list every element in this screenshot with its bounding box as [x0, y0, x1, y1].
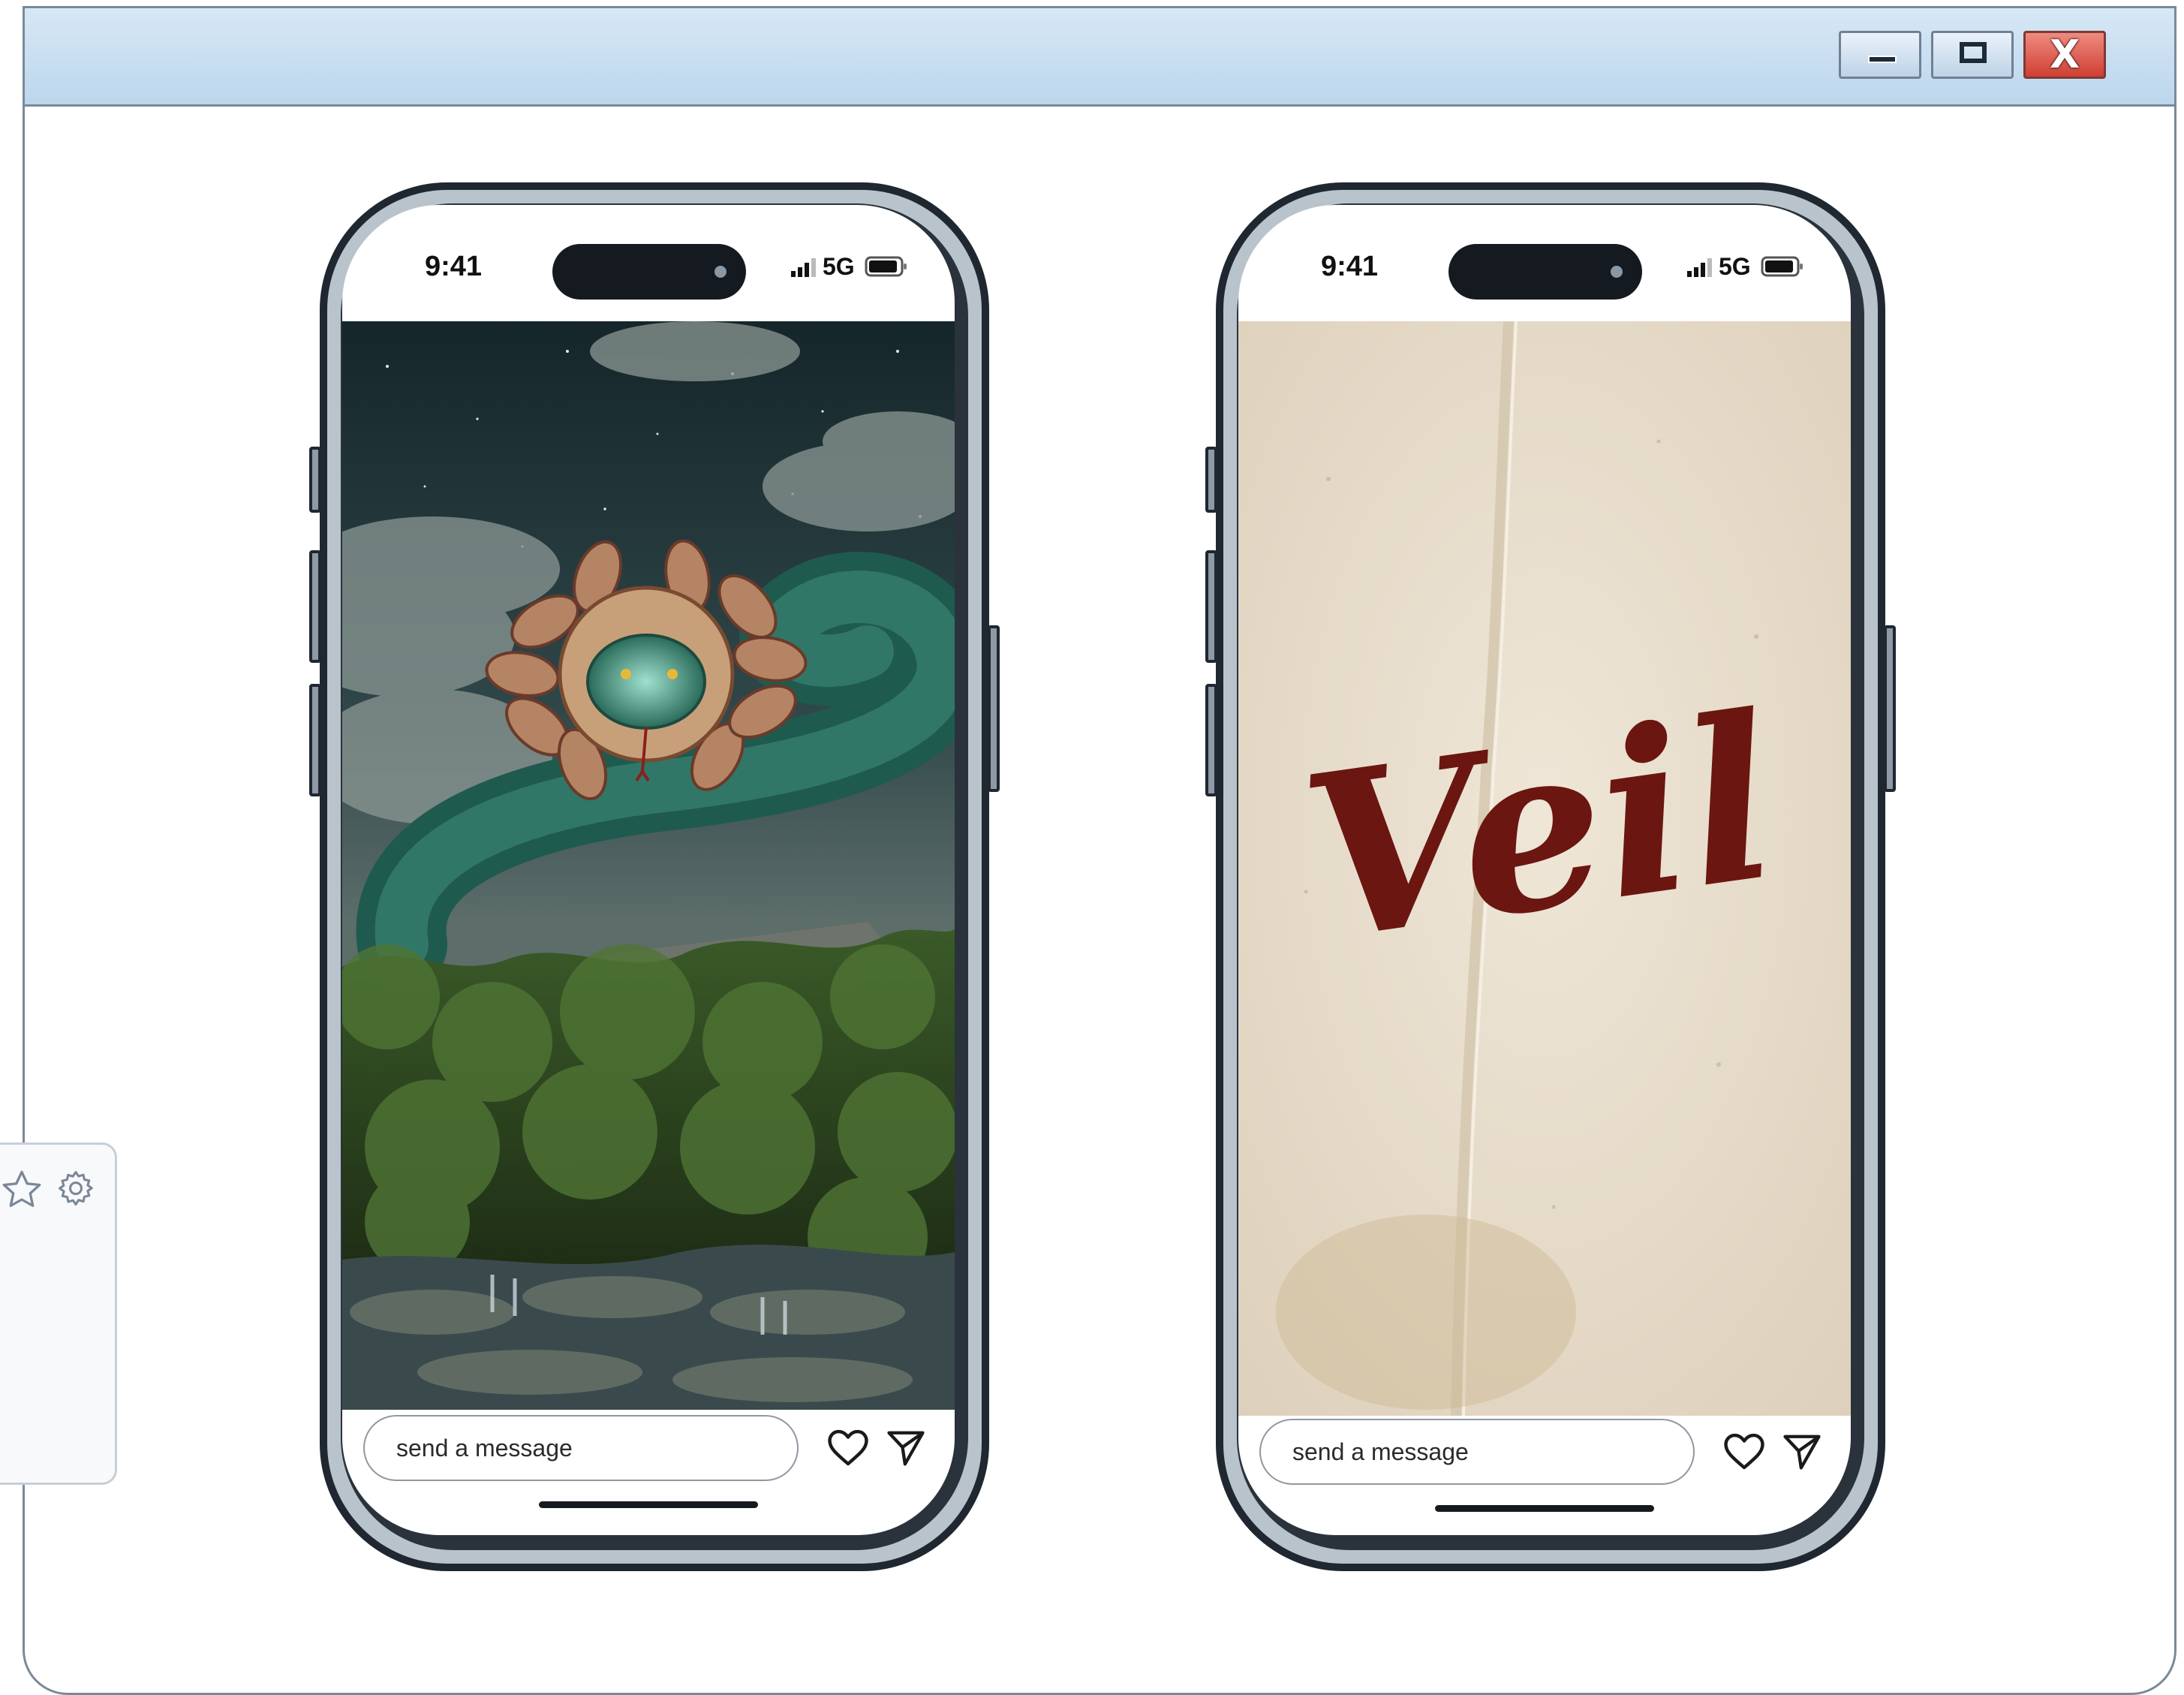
- phone-screen: 9:41 5G: [342, 205, 955, 1535]
- dynamic-island: [1448, 244, 1642, 300]
- heart-icon[interactable]: [827, 1429, 869, 1468]
- status-time: 9:41: [425, 251, 483, 282]
- phone-mockup-left: 9:41 5G send a message: [309, 182, 1000, 1571]
- parchment-script-image[interactable]: Veil: [1238, 321, 1851, 1416]
- dynamic-island: [552, 244, 746, 300]
- network-label: 5G: [823, 253, 855, 280]
- heart-icon[interactable]: [1723, 1432, 1765, 1471]
- maximize-button[interactable]: [1931, 31, 2014, 79]
- signal-icon: [1687, 258, 1712, 277]
- battery-icon: [1761, 256, 1803, 277]
- signal-icon: [791, 258, 816, 277]
- home-indicator[interactable]: [539, 1501, 758, 1508]
- title-bar[interactable]: X: [25, 8, 2174, 107]
- message-input[interactable]: send a message: [363, 1415, 799, 1481]
- stain: [1276, 1215, 1576, 1410]
- minimize-button[interactable]: [1839, 31, 1921, 79]
- power-button: [1884, 625, 1896, 792]
- network-label: 5G: [1719, 253, 1751, 280]
- status-time: 9:41: [1321, 251, 1379, 282]
- side-widget-panel: [0, 1143, 117, 1485]
- serpent-temple-image[interactable]: [342, 321, 955, 1410]
- serpent-artwork: [342, 321, 955, 1410]
- battery-icon: [865, 256, 907, 277]
- send-icon[interactable]: [886, 1429, 926, 1468]
- close-button[interactable]: X: [2023, 31, 2106, 79]
- gear-icon[interactable]: [55, 1167, 97, 1209]
- phone-screen: 9:41 5G: [1238, 205, 1851, 1535]
- close-icon: X: [2049, 32, 2080, 77]
- power-button: [988, 625, 1000, 792]
- home-indicator[interactable]: [1435, 1505, 1654, 1512]
- parchment-artwork: Veil: [1238, 321, 1851, 1416]
- message-composer: send a message: [363, 1415, 934, 1483]
- message-composer: send a message: [1259, 1419, 1830, 1486]
- serpent-head: [586, 634, 706, 730]
- send-icon[interactable]: [1782, 1432, 1822, 1471]
- message-input[interactable]: send a message: [1259, 1419, 1695, 1485]
- star-icon[interactable]: [0, 1167, 44, 1212]
- phone-mockup-right: 9:41 5G Veil send a message: [1205, 182, 1896, 1571]
